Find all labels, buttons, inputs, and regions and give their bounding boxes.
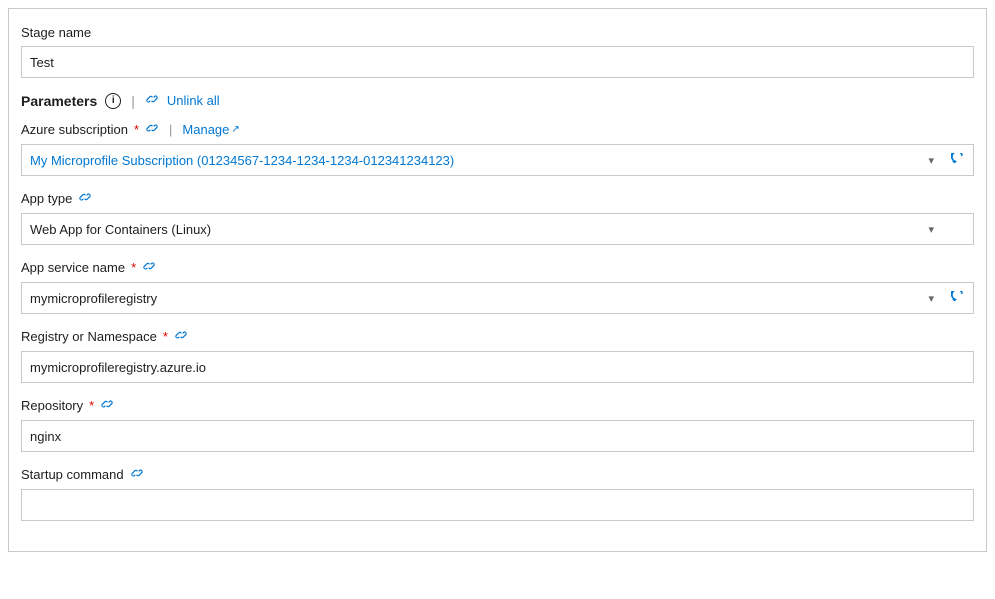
repository-chain-icon[interactable]	[100, 397, 114, 414]
startup-command-label: Startup command	[21, 467, 124, 482]
app-service-name-group: App service name * mymicroprofileregistr…	[21, 259, 974, 314]
manage-link[interactable]: Manage ↗	[182, 122, 239, 137]
startup-command-chain-icon[interactable]	[130, 466, 144, 483]
parameters-label: Parameters	[21, 93, 97, 109]
registry-namespace-required: *	[163, 329, 168, 344]
app-service-name-select-wrapper: mymicroprofileregistry ▾	[21, 282, 974, 314]
stage-name-input[interactable]	[21, 46, 974, 78]
app-type-select[interactable]: Web App for Containers (Linux)	[21, 213, 974, 245]
startup-command-label-row: Startup command	[21, 466, 974, 483]
app-type-chain-icon[interactable]	[78, 190, 92, 207]
repository-group: Repository *	[21, 397, 974, 452]
unlink-all-label: Unlink all	[167, 93, 220, 108]
parameters-header: Parameters i | Unlink all	[21, 92, 974, 109]
registry-namespace-group: Registry or Namespace *	[21, 328, 974, 383]
app-service-name-label-row: App service name *	[21, 259, 974, 276]
repository-required: *	[89, 398, 94, 413]
registry-namespace-label: Registry or Namespace	[21, 329, 157, 344]
app-service-name-required: *	[131, 260, 136, 275]
form-container: Stage name Parameters i | Unlink all Azu…	[8, 8, 987, 552]
azure-subscription-label: Azure subscription	[21, 122, 128, 137]
app-service-name-label: App service name	[21, 260, 125, 275]
azure-subscription-required: *	[134, 122, 139, 137]
azure-subscription-chain-icon[interactable]	[145, 121, 159, 138]
azure-subscription-select[interactable]: My Microprofile Subscription (01234567-1…	[21, 144, 974, 176]
manage-label: Manage	[182, 122, 229, 137]
startup-command-group: Startup command	[21, 466, 974, 521]
app-service-name-chain-icon[interactable]	[142, 259, 156, 276]
registry-namespace-chain-icon[interactable]	[174, 328, 188, 345]
registry-namespace-label-row: Registry or Namespace *	[21, 328, 974, 345]
registry-namespace-input[interactable]	[21, 351, 974, 383]
stage-name-group: Stage name	[21, 25, 974, 78]
subscription-refresh-button[interactable]	[942, 144, 974, 176]
app-type-select-wrapper: Web App for Containers (Linux) ▾	[21, 213, 974, 245]
parameters-info-icon[interactable]: i	[105, 93, 121, 109]
repository-label-row: Repository *	[21, 397, 974, 414]
stage-name-label: Stage name	[21, 25, 974, 40]
app-service-name-refresh-button[interactable]	[942, 282, 974, 314]
external-link-icon: ↗	[231, 124, 239, 135]
app-type-label: App type	[21, 191, 72, 206]
repository-input[interactable]	[21, 420, 974, 452]
unlink-all-button[interactable]: Unlink all	[167, 93, 220, 108]
header-separator: |	[131, 93, 135, 109]
azure-subscription-label-row: Azure subscription * | Manage ↗	[21, 121, 974, 138]
repository-label: Repository	[21, 398, 83, 413]
app-service-name-select[interactable]: mymicroprofileregistry	[21, 282, 974, 314]
azure-subscription-group: Azure subscription * | Manage ↗ My Micro…	[21, 121, 974, 176]
app-type-group: App type Web App for Containers (Linux) …	[21, 190, 974, 245]
subscription-separator: |	[169, 122, 172, 137]
parameters-chain-icon[interactable]	[145, 92, 159, 109]
startup-command-input[interactable]	[21, 489, 974, 521]
app-type-label-row: App type	[21, 190, 974, 207]
azure-subscription-select-wrapper: My Microprofile Subscription (01234567-1…	[21, 144, 974, 176]
